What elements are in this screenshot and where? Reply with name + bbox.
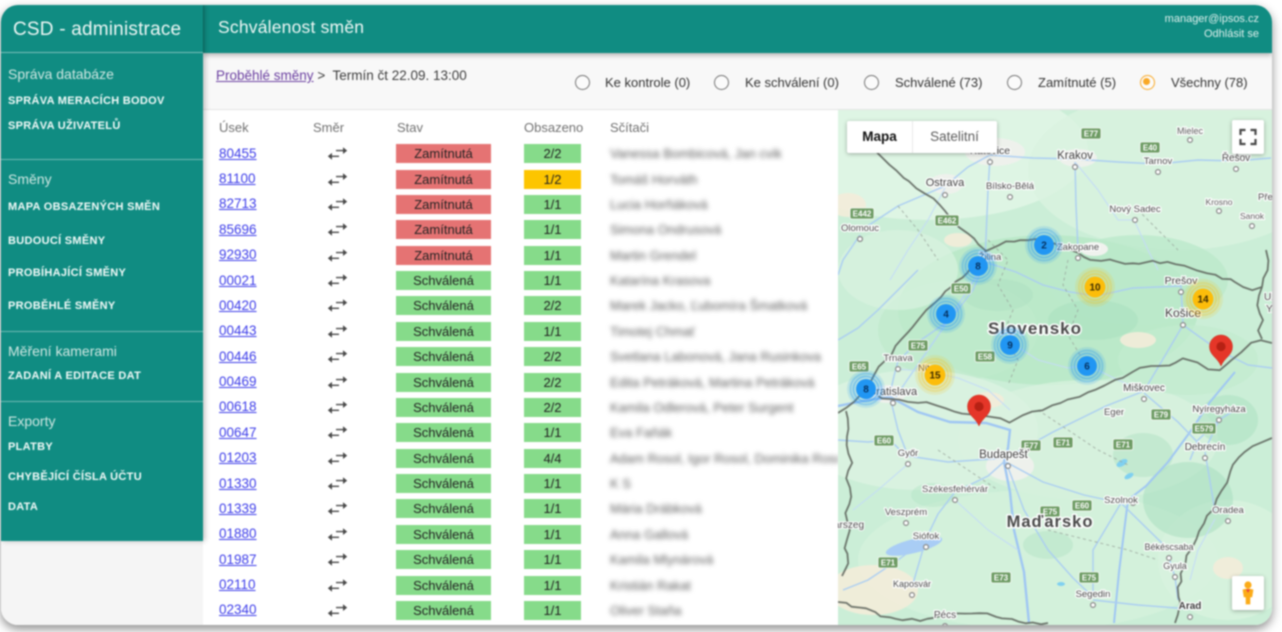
svg-text:E462: E462 [938, 217, 957, 226]
svg-text:E579: E579 [1195, 425, 1214, 434]
svg-text:Mielec: Mielec [1177, 126, 1204, 136]
svg-text:Ostrava: Ostrava [926, 177, 965, 189]
svg-text:Yx: Yx [1266, 304, 1272, 315]
svg-text:E60: E60 [877, 437, 892, 446]
svg-text:Segedin: Segedin [1076, 589, 1111, 600]
svg-text:E442: E442 [853, 210, 872, 219]
svg-text:Székesfehérvár: Székesfehérvár [922, 484, 988, 495]
svg-text:Szolnok: Szolnok [1104, 495, 1138, 506]
svg-text:E58: E58 [978, 353, 993, 362]
svg-text:E75: E75 [911, 342, 926, 351]
svg-text:Trnava: Trnava [883, 353, 913, 364]
svg-text:Pécs: Pécs [934, 610, 956, 621]
svg-text:Eger: Eger [1104, 407, 1124, 418]
svg-text:Arad: Arad [1179, 601, 1202, 612]
svg-text:Békéscsaba: Békéscsaba [1144, 542, 1193, 552]
svg-text:Debrecín: Debrecín [1185, 442, 1226, 453]
svg-text:Přer: Přer [1258, 192, 1272, 203]
svg-text:9: 9 [1007, 341, 1013, 352]
svg-text:Nový Sadec: Nový Sadec [1109, 204, 1160, 215]
svg-text:E77: E77 [1084, 130, 1099, 139]
svg-text:Krosno: Krosno [1206, 197, 1233, 207]
svg-text:15: 15 [929, 371, 941, 382]
svg-text:E40: E40 [1143, 144, 1158, 153]
svg-text:2: 2 [1041, 241, 1047, 252]
svg-text:Kaposvár: Kaposvár [893, 579, 931, 589]
svg-text:E50: E50 [954, 285, 969, 294]
svg-text:E75: E75 [1082, 574, 1097, 583]
svg-text:Budapešť: Budapešť [979, 449, 1029, 461]
svg-text:14: 14 [1197, 295, 1209, 306]
svg-text:10: 10 [1089, 283, 1101, 294]
svg-text:8: 8 [863, 385, 869, 396]
svg-text:6: 6 [1084, 362, 1090, 373]
svg-text:E60: E60 [1075, 502, 1090, 511]
svg-text:Nyíregyháza: Nyíregyháza [1192, 404, 1246, 415]
svg-text:Už: Už [1264, 292, 1272, 303]
svg-text:Sanok: Sanok [1240, 211, 1265, 221]
svg-text:Krakov: Krakov [1057, 150, 1093, 162]
svg-text:E73: E73 [994, 574, 1009, 583]
svg-text:Gyula: Gyula [1163, 561, 1187, 571]
svg-text:E79: E79 [1154, 411, 1169, 420]
svg-text:4: 4 [943, 310, 949, 321]
svg-text:E71: E71 [1116, 441, 1131, 450]
svg-text:E71: E71 [1056, 439, 1071, 448]
svg-text:Oradea: Oradea [1212, 505, 1244, 516]
svg-text:arszeg: arszeg [838, 520, 864, 531]
svg-text:Miškovec: Miškovec [1123, 383, 1165, 394]
svg-text:Maďarsko: Maďarsko [1007, 513, 1094, 531]
svg-text:Bílsko-Bělá: Bílsko-Bělá [986, 181, 1035, 192]
svg-text:Veszprém: Veszprém [885, 507, 927, 518]
svg-text:Tarnov: Tarnov [1144, 156, 1173, 167]
svg-text:Zakopane: Zakopane [1057, 242, 1099, 253]
svg-text:Olomouc: Olomouc [841, 223, 879, 234]
svg-text:Siófok: Siófok [913, 531, 940, 542]
svg-text:E71: E71 [881, 559, 896, 568]
svg-text:8: 8 [975, 262, 981, 273]
svg-text:Győr: Győr [898, 448, 919, 459]
